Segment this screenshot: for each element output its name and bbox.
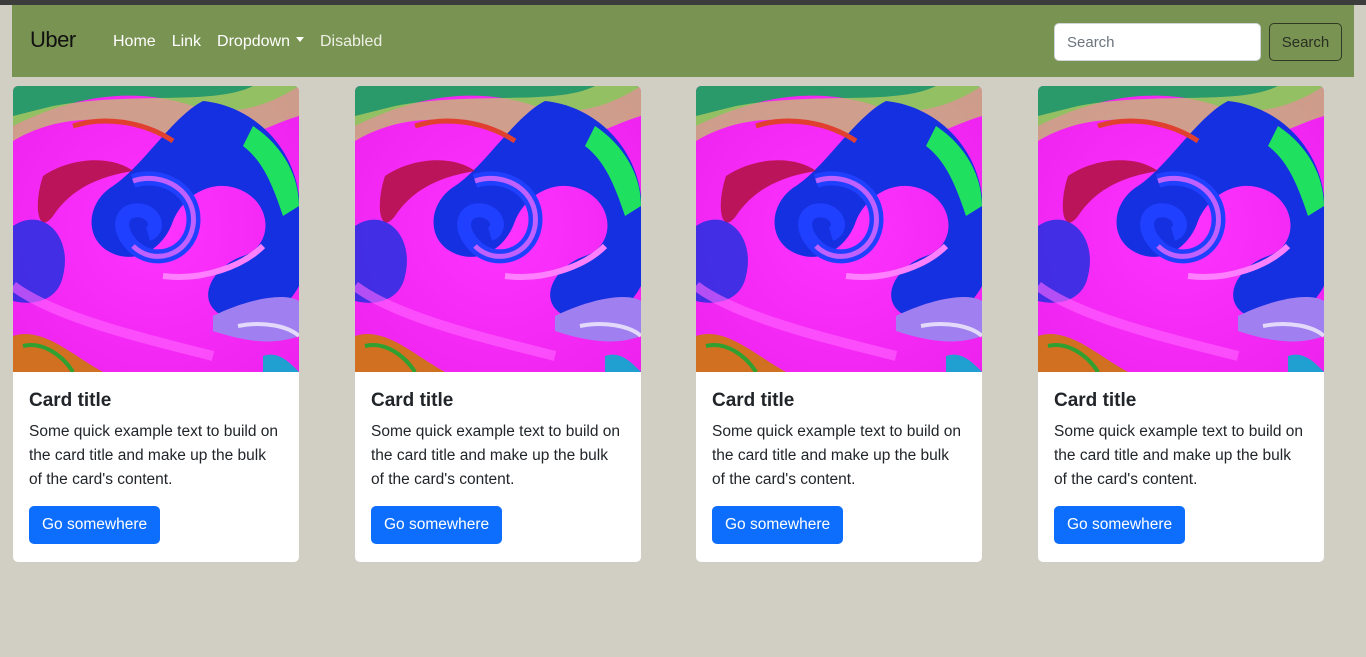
card-text: Some quick example text to build on the … — [29, 423, 278, 488]
card-image — [1038, 86, 1324, 372]
card-image — [696, 86, 982, 372]
nav-dropdown[interactable]: Dropdown — [217, 33, 304, 51]
card-text: Some quick example text to build on the … — [712, 423, 961, 488]
go-somewhere-button[interactable]: Go somewhere — [29, 506, 161, 544]
nav-link-home[interactable]: Home — [113, 33, 156, 51]
search-button[interactable]: Search — [1269, 23, 1342, 61]
navbar: Uber Home Link Dropdown Disabled Search — [12, 5, 1354, 77]
card-body: Card title Some quick example text to bu… — [13, 372, 299, 544]
nav-link-link[interactable]: Link — [172, 33, 201, 51]
card-title: Card title — [712, 390, 795, 411]
nav-dropdown-label: Dropdown — [217, 33, 290, 50]
card-text: Some quick example text to build on the … — [371, 423, 620, 488]
brand-logo[interactable]: Uber — [30, 27, 76, 53]
card-text: Some quick example text to build on the … — [1054, 423, 1303, 488]
card-body: Card title Some quick example text to bu… — [355, 372, 641, 544]
card-title: Card title — [1054, 390, 1137, 411]
card: Card title Some quick example text to bu… — [355, 86, 641, 562]
card: Card title Some quick example text to bu… — [13, 86, 299, 562]
nav-link-disabled: Disabled — [319, 33, 383, 50]
card-body: Card title Some quick example text to bu… — [1038, 372, 1324, 544]
card-body: Card title Some quick example text to bu… — [696, 372, 982, 544]
search-input[interactable] — [1054, 23, 1261, 61]
card: Card title Some quick example text to bu… — [1038, 86, 1324, 562]
go-somewhere-button[interactable]: Go somewhere — [1054, 506, 1186, 544]
go-somewhere-button[interactable]: Go somewhere — [712, 506, 844, 544]
card-title: Card title — [371, 390, 454, 411]
card-image — [13, 86, 299, 372]
card: Card title Some quick example text to bu… — [696, 86, 982, 562]
card-title: Card title — [29, 390, 112, 411]
nav-links: Home Link Dropdown Disabled — [113, 33, 398, 51]
go-somewhere-button[interactable]: Go somewhere — [371, 506, 503, 544]
card-image — [355, 86, 641, 372]
caret-down-icon — [295, 37, 304, 43]
